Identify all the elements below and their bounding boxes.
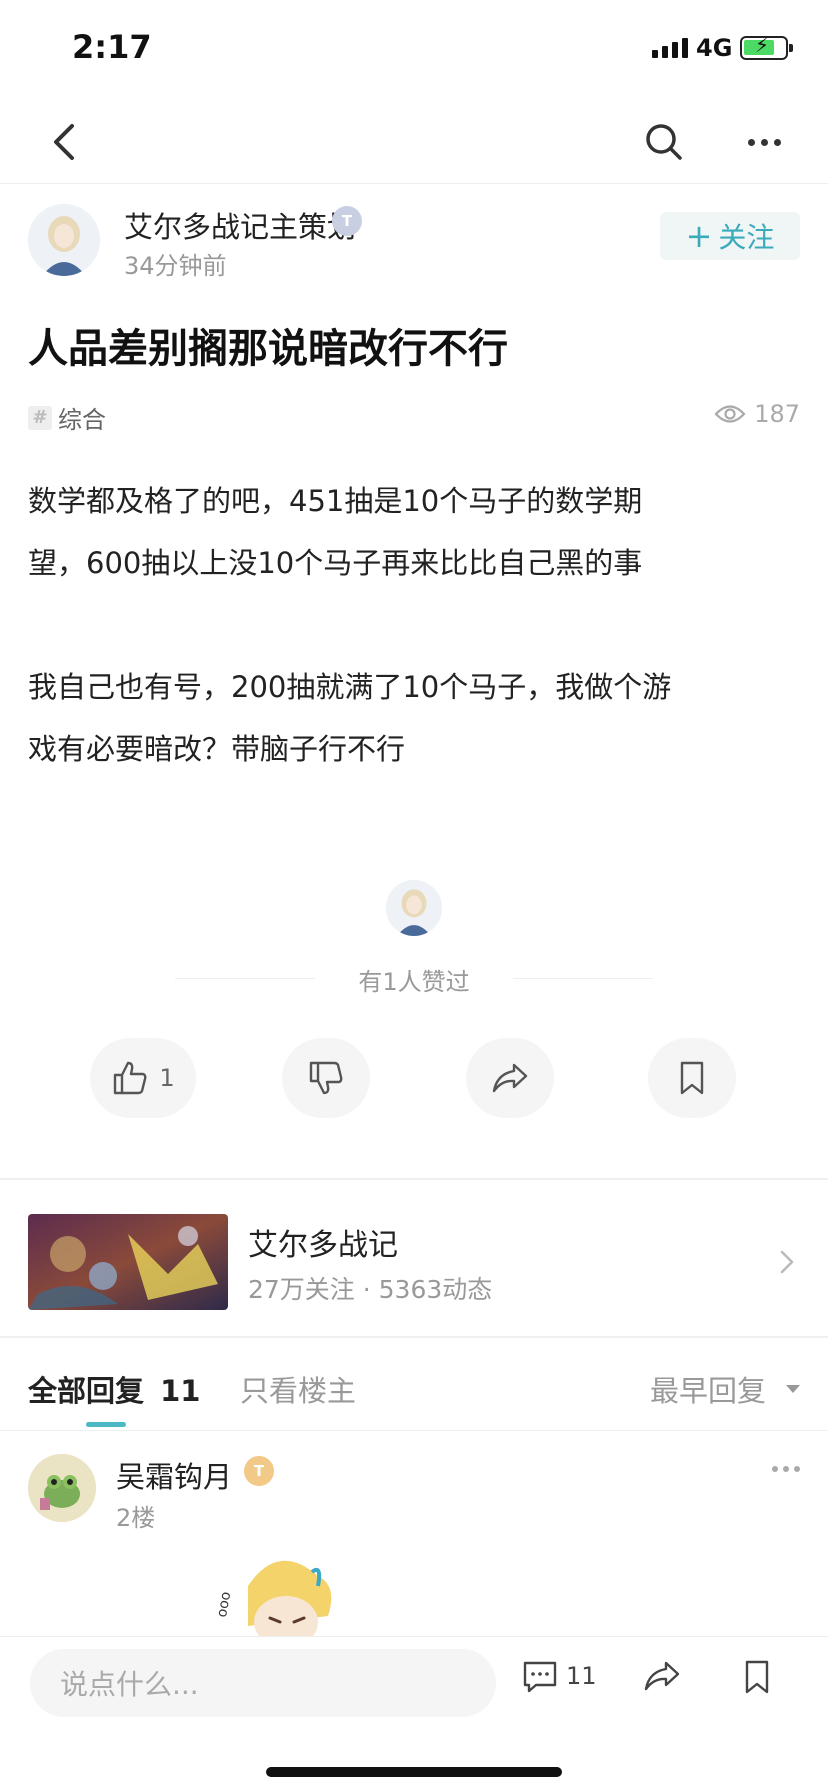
comment-icon — [523, 1661, 557, 1693]
tab-all-replies[interactable]: 全部回复 11 — [28, 1368, 200, 1410]
section-divider — [0, 1178, 828, 1180]
reply-level-badge: T — [244, 1456, 274, 1486]
reply-author-name[interactable]: 吴霜钩月 — [116, 1454, 232, 1496]
liker-avatar[interactable] — [386, 880, 442, 936]
share-button[interactable] — [466, 1038, 554, 1118]
comment-count: 11 — [566, 1662, 597, 1690]
comments-button[interactable]: 11 — [522, 1659, 597, 1693]
nav-bar — [0, 100, 828, 184]
share-icon[interactable] — [642, 1659, 682, 1697]
post-body: 数学都及格了的吧，451抽是10个马子的数学期 望，600抽以上没10个马子再来… — [28, 470, 800, 780]
topic-tag-label: 综合 — [58, 406, 106, 434]
reply-floor: 2楼 — [116, 1504, 156, 1532]
sort-dropdown[interactable]: 最早回复 — [650, 1368, 800, 1410]
sticker-image[interactable]: ooo — [208, 1546, 348, 1640]
battery-icon: ⚡ — [740, 35, 793, 60]
body-line: 数学都及格了的吧，451抽是10个马子的数学期 — [28, 484, 643, 518]
game-card[interactable]: 艾尔多战记 27万关注 · 5363动态 — [28, 1214, 800, 1310]
game-name: 艾尔多战记 — [248, 1228, 398, 1263]
more-icon[interactable] — [772, 1466, 800, 1472]
level-badge: T — [332, 206, 362, 236]
like-count: 1 — [159, 1064, 175, 1092]
post-title: 人品差别搁那说暗改行不行 — [28, 326, 508, 372]
bookmark-button[interactable] — [648, 1038, 736, 1118]
more-icon[interactable] — [740, 118, 788, 166]
caret-down-icon — [786, 1385, 800, 1393]
post-actions: 1 — [0, 1038, 828, 1122]
body-line: 我自己也有号，200抽就满了10个马子，我做个游 — [28, 670, 672, 704]
body-line: 望，600抽以上没10个马子再来比比自己黑的事 — [28, 546, 643, 580]
eye-icon — [714, 405, 746, 423]
reply-tabs: 全部回复 11 只看楼主 最早回复 — [28, 1340, 800, 1430]
chevron-right-icon — [776, 1244, 800, 1280]
comment-input[interactable]: 说点什么... — [30, 1649, 496, 1717]
tab-indicator — [86, 1422, 126, 1427]
home-indicator — [266, 1767, 562, 1777]
signal-icon — [652, 36, 688, 58]
follow-plus-icon: + — [685, 217, 713, 255]
author-avatar[interactable] — [28, 204, 100, 276]
reply-avatar[interactable] — [28, 1454, 96, 1522]
status-time: 2:17 — [72, 28, 152, 66]
game-stats: 27万关注 · 5363动态 — [248, 1275, 493, 1304]
tab-owner-only[interactable]: 只看楼主 — [240, 1368, 356, 1410]
like-button[interactable]: 1 — [90, 1038, 196, 1118]
topic-tag[interactable]: # 综合 — [28, 400, 106, 435]
liked-summary: 有1人赞过 — [358, 968, 470, 996]
game-thumbnail — [28, 1214, 228, 1310]
follow-button[interactable]: + 关注 — [660, 212, 800, 260]
tab-all-label: 全部回复 — [28, 1374, 145, 1408]
back-icon[interactable] — [46, 118, 86, 166]
thumb-up-icon — [114, 1061, 147, 1095]
network-label: 4G — [696, 34, 733, 62]
follow-label: 关注 — [718, 221, 775, 254]
section-divider — [0, 1430, 828, 1431]
search-icon[interactable] — [640, 118, 688, 166]
svg-text:ooo: ooo — [214, 1590, 234, 1618]
body-line: 戏有必要暗改？带脑子行不行 — [28, 732, 406, 766]
hash-icon: # — [28, 405, 52, 430]
thumb-down-icon — [309, 1061, 343, 1095]
section-divider — [0, 1336, 828, 1338]
view-count-value: 187 — [754, 400, 800, 428]
tab-all-count: 11 — [160, 1374, 201, 1408]
view-count: 187 — [714, 400, 800, 428]
bookmark-icon — [680, 1061, 704, 1095]
status-bar: 2:17 4G ⚡ — [0, 0, 828, 100]
bookmark-icon[interactable] — [742, 1659, 772, 1699]
post-time: 34分钟前 — [124, 252, 227, 280]
author-name[interactable]: 艾尔多战记主策划 — [124, 204, 356, 246]
bottom-bar: 说点什么... 11 — [0, 1636, 828, 1792]
sort-label: 最早回复 — [649, 1374, 766, 1408]
author-row: 艾尔多战记主策划 T 34分钟前 + 关注 — [28, 200, 800, 280]
dislike-button[interactable] — [282, 1038, 370, 1118]
share-icon — [492, 1063, 528, 1093]
reply-item: 吴霜钩月 T 2楼 ooo — [28, 1450, 800, 1640]
